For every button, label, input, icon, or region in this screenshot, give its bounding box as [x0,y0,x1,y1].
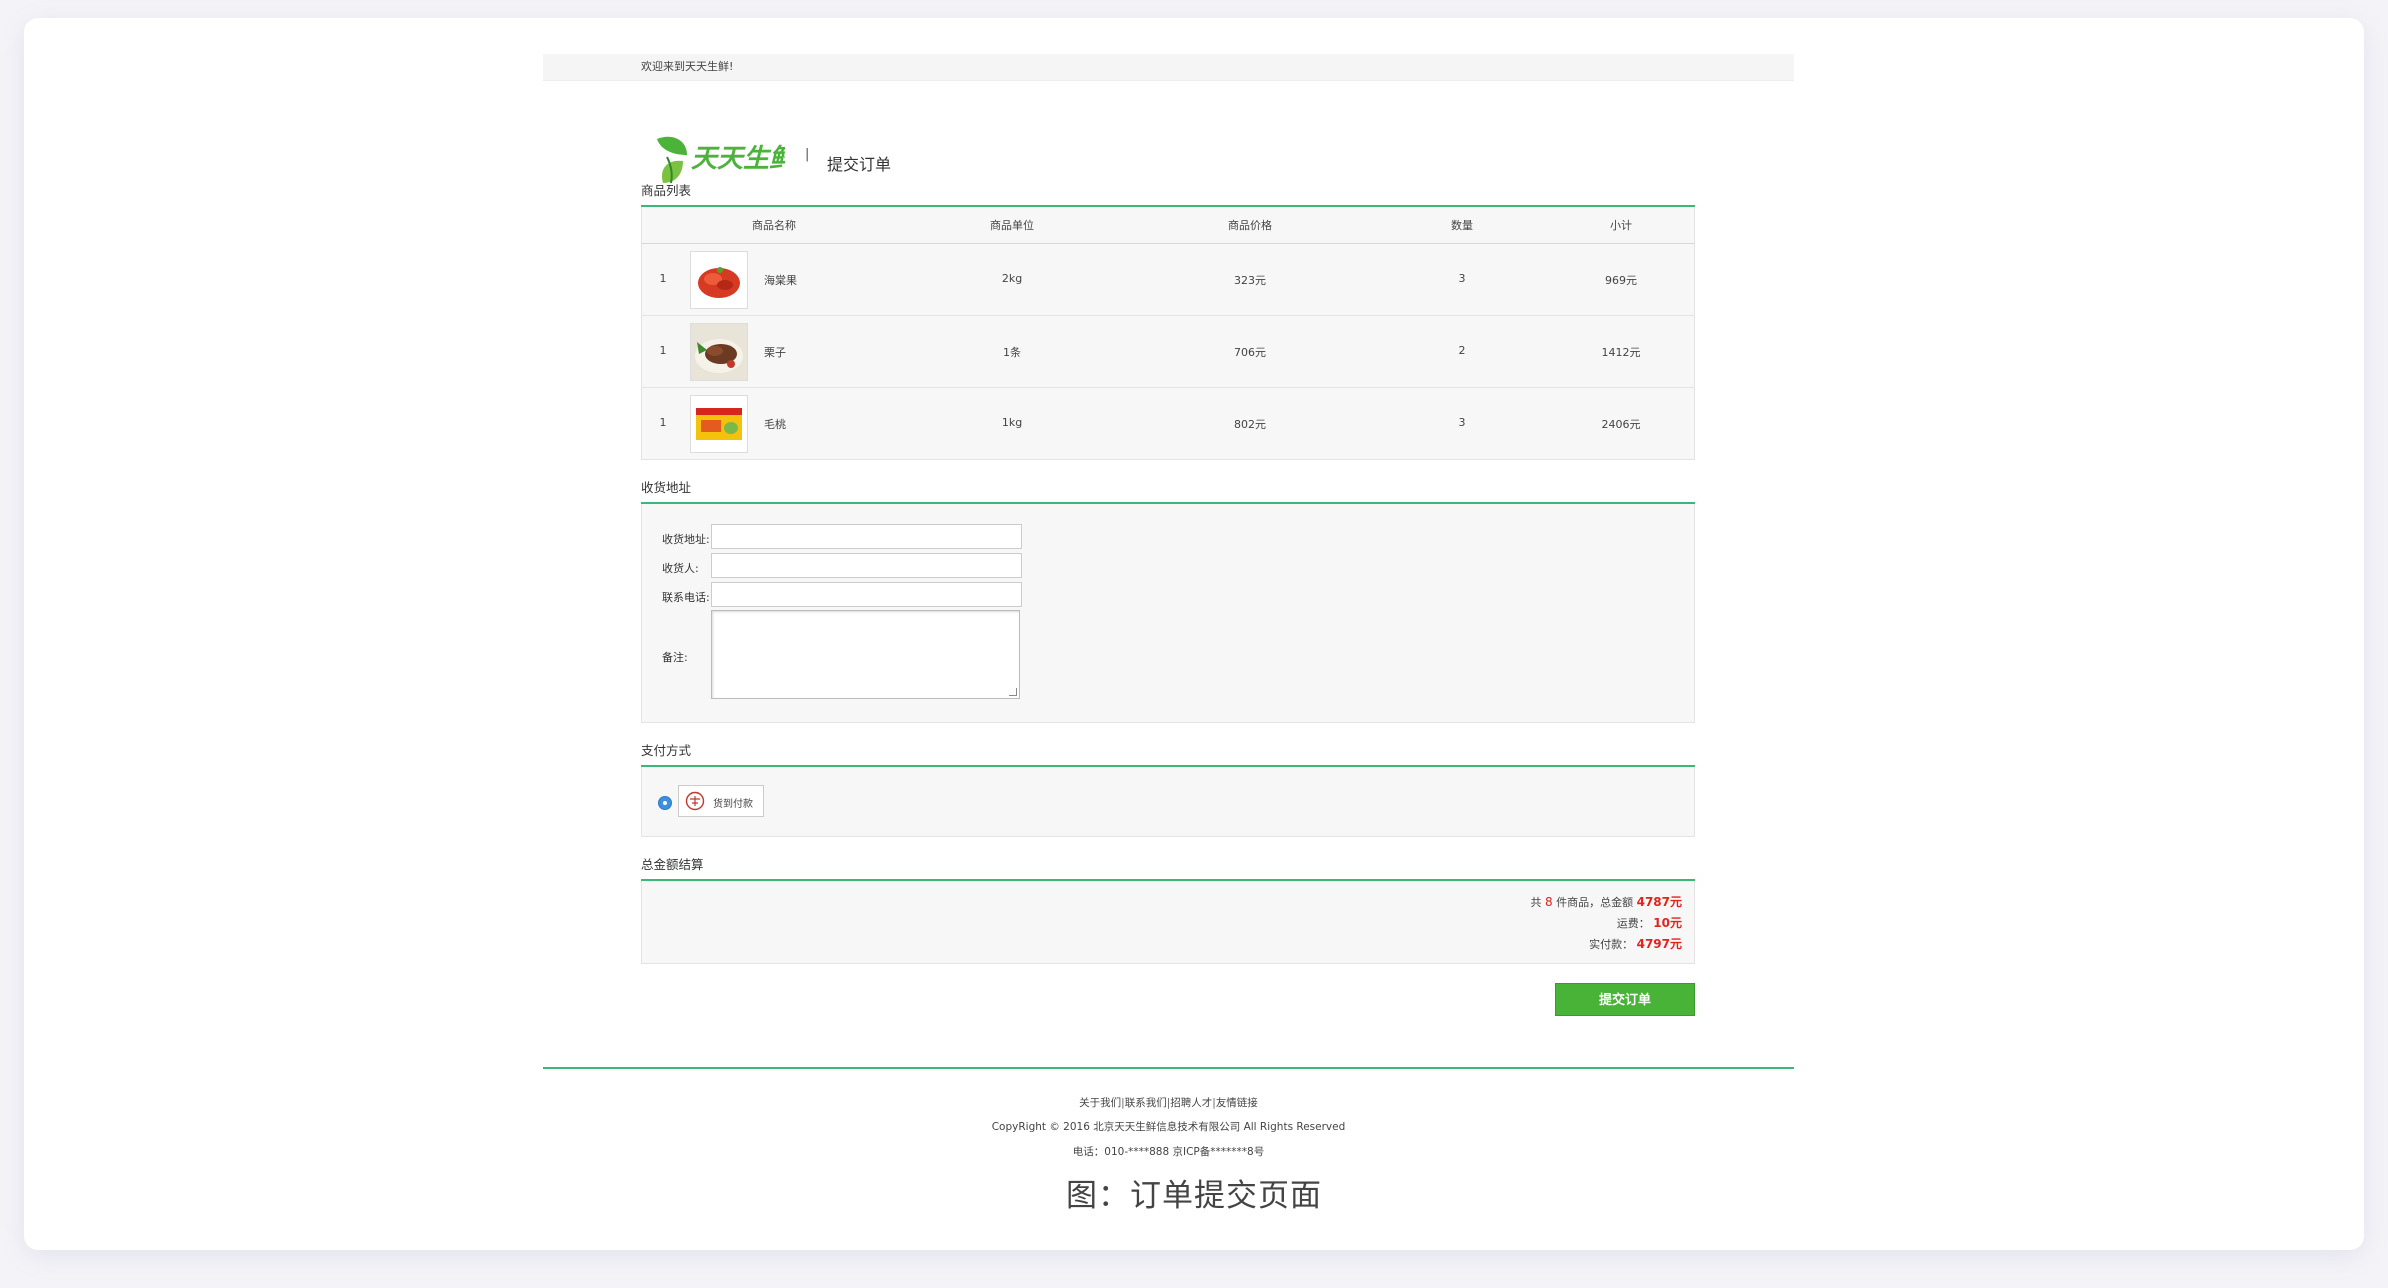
payment-section-title: 支付方式 [641,743,692,758]
shipping-label: 运费： [1616,917,1650,930]
cod-radio[interactable] [659,797,671,809]
product-qty: 3 [1458,416,1466,429]
product-unit: 2kg [1001,272,1023,285]
goods-row: 1 海棠果 2kg 323元 3 969元 [642,244,1694,316]
note-textarea[interactable] [711,610,1020,699]
product-unit: 1kg [1001,416,1023,429]
goods-table: 商品名称 商品单位 商品价格 数量 小计 1 海棠果 2kg 323元 3 96… [641,207,1695,460]
goods-section-title: 商品列表 [641,183,692,198]
footer-links: 关于我们|联系我们|招聘人才|友情链接 [543,1095,1794,1110]
product-qty: 3 [1458,272,1466,285]
total-mid: 件商品，总金额 [1556,896,1634,909]
footer-link-jobs[interactable]: 招聘人才 [1170,1097,1212,1109]
product-price: 802元 [1234,418,1266,431]
address-section-title: 收货地址 [641,480,692,495]
product-price: 706元 [1234,346,1266,359]
col-price: 商品价格 [1228,219,1272,232]
order-page: 欢迎来到天天生鲜! 天天生鲜 | 提交订单 商品列表 商品名称 商品单位 商品价… [543,54,1794,1020]
cod-option[interactable]: 货到付款 [678,785,764,817]
resize-handle[interactable] [1009,688,1017,696]
payable-line: 实付款： 4797元 [1589,935,1682,952]
shipping-line: 运费： 10元 [1617,914,1682,931]
footer-contact: 电话：010-****888 京ICP备*******8号 [1072,1146,1265,1158]
shipping-amount: 10元 [1653,916,1682,930]
totals-section-title: 总金额结算 [641,857,704,872]
product-subtotal: 969元 [1605,274,1637,287]
col-unit: 商品单位 [990,219,1034,232]
address-label: 收货地址: [662,533,710,546]
payable-amount: 4797元 [1636,937,1682,951]
col-subtotal: 小计 [1610,219,1632,232]
welcome-text: 欢迎来到天天生鲜! [641,60,734,73]
address-form: 收货地址: 收货人: 联系电话: 备注: [641,504,1695,723]
figure-caption: 图：订单提交页面 [1066,1178,1322,1214]
goods-section: 商品列表 商品名称 商品单位 商品价格 数量 小计 1 海棠果 2kg 323元… [641,177,1695,460]
goods-table-header: 商品名称 商品单位 商品价格 数量 小计 [642,207,1694,244]
product-subtotal: 1412元 [1601,346,1641,359]
submit-order-button[interactable]: 提交订单 [1555,983,1695,1016]
product-name: 毛桃 [764,418,786,431]
item-count: 8 [1544,895,1553,909]
phone-input[interactable] [711,582,1022,607]
footer-link-about[interactable]: 关于我们 [1079,1097,1121,1109]
total-line: 共 8 件商品，总金额 4787元 [1530,893,1682,910]
cod-label: 货到付款 [713,799,753,810]
totals-section: 总金额结算 共 8 件商品，总金额 4787元 运费： 10元 实付款： 479… [641,851,1695,1020]
payment-options: 货到付款 [641,767,1695,837]
product-price: 323元 [1234,274,1266,287]
product-thumbnail[interactable] [690,251,748,309]
payment-section: 支付方式 货到付款 [641,737,1695,837]
total-prefix: 共 [1530,896,1542,909]
product-name: 海棠果 [764,274,797,287]
header-separator: | [805,147,810,162]
address-section: 收货地址 收货地址: 收货人: 联系电话: 备注: [641,474,1695,723]
product-thumbnail[interactable] [690,395,748,453]
product-qty: 2 [1458,344,1466,357]
receiver-label: 收货人: [662,562,699,575]
goods-row: 1 栗子 1条 706元 2 1412元 [642,316,1694,388]
product-subtotal: 2406元 [1601,418,1641,431]
footer-divider [543,1067,1794,1069]
col-qty: 数量 [1451,219,1473,232]
page-title: 提交订单 [827,155,892,174]
product-thumbnail[interactable] [690,323,748,381]
product-unit: 1条 [1003,346,1021,359]
address-input[interactable] [711,524,1022,549]
phone-label: 联系电话: [662,591,710,604]
logo-text: 天天生鲜 [691,144,785,174]
receiver-input[interactable] [711,553,1022,578]
totals-panel: 共 8 件商品，总金额 4787元 运费： 10元 实付款： 4797元 [641,881,1695,964]
goods-row: 1 毛桃 1kg 802元 3 2406元 [642,388,1694,459]
submit-row: 提交订单 [641,964,1695,1020]
total-amount: 4787元 [1636,895,1682,909]
top-bar: 欢迎来到天天生鲜! [543,54,1794,81]
row-index: 1 [659,416,667,429]
footer-link-friends[interactable]: 友情链接 [1216,1097,1258,1109]
col-name: 商品名称 [752,219,796,232]
cash-on-delivery-icon [685,791,705,811]
note-label: 备注: [662,651,688,664]
header: 天天生鲜 | 提交订单 [543,81,1794,184]
row-index: 1 [659,344,667,357]
row-index: 1 [659,272,667,285]
footer-link-contact[interactable]: 联系我们 [1125,1097,1167,1109]
product-name: 栗子 [764,346,786,359]
payable-label: 实付款： [1589,938,1634,951]
footer-copyright: CopyRight © 2016 北京天天生鲜信息技术有限公司 All Righ… [991,1121,1346,1133]
